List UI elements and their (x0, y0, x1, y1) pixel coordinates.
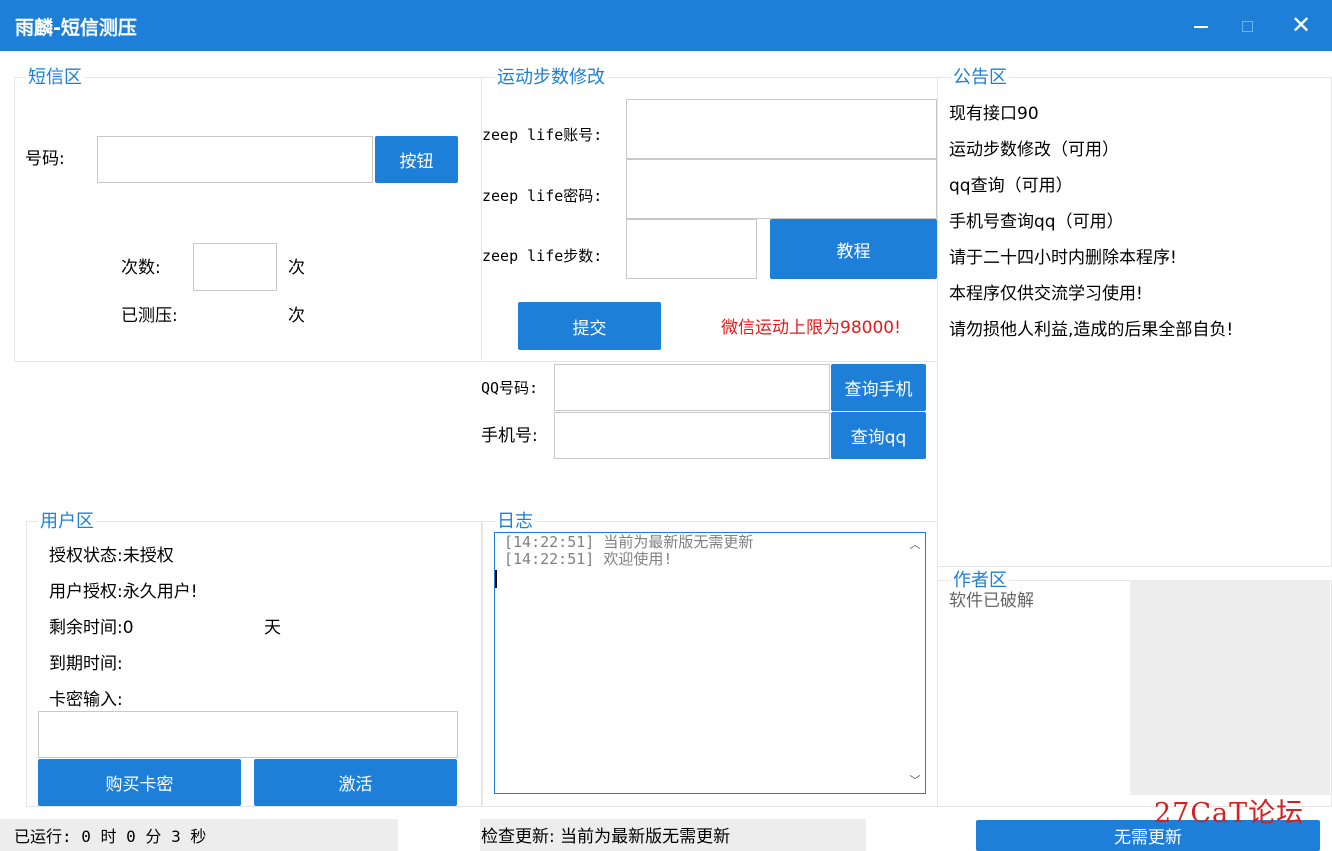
steps-input[interactable] (626, 219, 757, 279)
query-phone-button[interactable]: 查询手机 (831, 364, 926, 411)
count-label: 次数: (121, 258, 161, 278)
notice-line: 现有接口90 (949, 104, 1039, 124)
title-bar[interactable] (0, 0, 1332, 51)
account-label: zeep life账号: (482, 126, 603, 144)
log-line: [14:22:51] 欢迎使用! (504, 550, 673, 568)
phone-label: 号码: (25, 149, 65, 169)
notice-line: 请于二十四小时内删除本程序! (949, 248, 1177, 268)
notice-line: 请勿损他人利益,造成的后果全部自负! (949, 320, 1234, 340)
notice-line: 运动步数修改（可用） (949, 140, 1119, 160)
tested-label: 已测压: (121, 306, 178, 326)
maximize-icon[interactable] (1227, 8, 1267, 42)
close-icon[interactable]: ✕ (1281, 8, 1321, 42)
steps-legend: 运动步数修改 (495, 67, 607, 89)
phone-input[interactable] (97, 136, 373, 183)
scroll-up-icon[interactable]: ︿ (907, 537, 923, 553)
notice-line: 本程序仅供交流学习使用! (949, 284, 1143, 304)
expiry-time: 到期时间: (49, 654, 123, 674)
sms-send-button[interactable]: 按钮 (375, 136, 458, 183)
sms-panel (14, 77, 482, 362)
text-caret (495, 570, 497, 588)
activate-button[interactable]: 激活 (254, 759, 457, 806)
remaining-unit: 天 (264, 618, 281, 638)
update-check-text: 检查更新: 当前为最新版无需更新 (481, 827, 731, 847)
notice-line: qq查询（可用） (949, 176, 1073, 196)
author-image-placeholder (1130, 580, 1330, 795)
step-limit-note: 微信运动上限为98000! (721, 318, 901, 338)
window-title: 雨麟-短信测压 (15, 17, 137, 39)
card-input[interactable] (38, 711, 458, 758)
minimize-icon[interactable] (1181, 8, 1221, 42)
count-input[interactable] (193, 243, 277, 291)
scroll-down-icon[interactable]: ﹀ (907, 773, 923, 789)
sms-legend: 短信区 (26, 67, 84, 89)
log-textarea[interactable]: [14:22:51] 当前为最新版无需更新 [14:22:51] 欢迎使用! ︿… (494, 532, 926, 794)
password-input[interactable] (626, 159, 937, 219)
lookup-phone-label: 手机号: (481, 426, 538, 446)
tested-unit: 次 (288, 306, 305, 326)
qq-input[interactable] (554, 364, 830, 411)
notice-line: 手机号查询qq（可用） (949, 212, 1124, 232)
password-label: zeep life密码: (482, 187, 603, 205)
lookup-phone-input[interactable] (554, 412, 830, 459)
user-legend: 用户区 (38, 511, 96, 533)
author-text: 软件已破解 (949, 591, 1034, 611)
auth-type: 用户授权:永久用户! (49, 582, 198, 602)
auth-status: 授权状态:未授权 (49, 546, 174, 566)
count-unit: 次 (288, 258, 305, 278)
author-legend: 作者区 (951, 570, 1009, 592)
log-line: [14:22:51] 当前为最新版无需更新 (504, 533, 754, 551)
qq-label: QQ号码: (481, 379, 539, 397)
steps-label: zeep life步数: (482, 247, 603, 265)
log-legend: 日志 (495, 511, 535, 533)
notice-legend: 公告区 (951, 67, 1009, 89)
card-label: 卡密输入: (49, 690, 123, 710)
tutorial-button[interactable]: 教程 (770, 219, 937, 279)
forum-watermark: 27CaT论坛 (1154, 798, 1305, 829)
remaining-time: 剩余时间:0 (49, 618, 134, 638)
buy-card-button[interactable]: 购买卡密 (38, 759, 241, 806)
running-time: 已运行: 0 时 0 分 3 秒 (14, 827, 207, 846)
account-input[interactable] (626, 99, 937, 159)
submit-button[interactable]: 提交 (518, 302, 661, 350)
query-qq-button[interactable]: 查询qq (831, 412, 926, 459)
